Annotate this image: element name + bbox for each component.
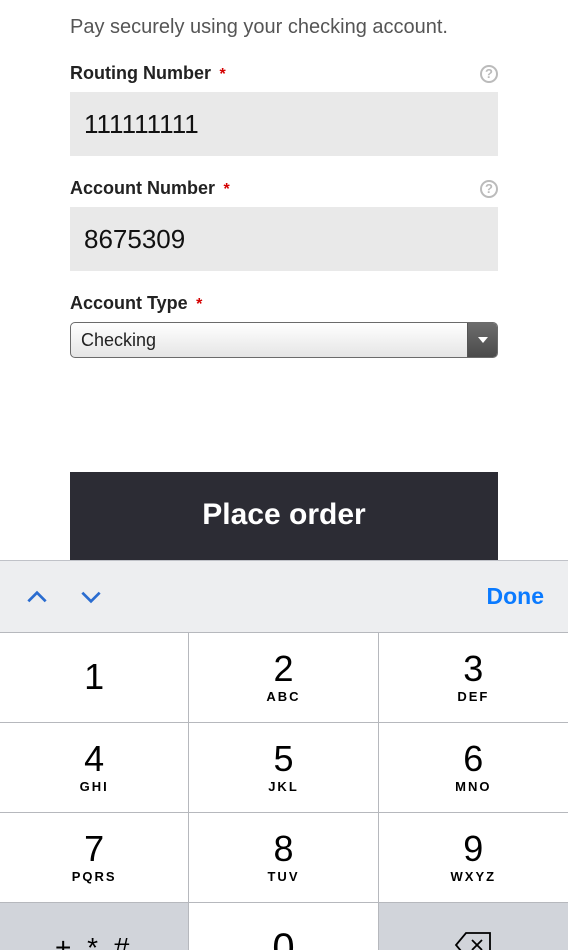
intro-text: Pay securely using your checking account…	[70, 16, 498, 39]
key-3[interactable]: 3 DEF	[379, 633, 568, 723]
key-backspace[interactable]	[379, 903, 568, 950]
key-digit: 5	[273, 741, 293, 777]
help-icon[interactable]: ?	[480, 65, 498, 83]
key-letters: MNO	[455, 779, 491, 794]
required-marker: *	[219, 66, 225, 83]
key-2[interactable]: 2 ABC	[189, 633, 378, 723]
page: Pay securely using your checking account…	[0, 0, 568, 950]
account-type-select[interactable]: Checking	[70, 322, 498, 358]
keyboard-accessory-bar: Done	[0, 560, 568, 632]
key-letters: WXYZ	[451, 869, 497, 884]
key-digit: 4	[84, 741, 104, 777]
help-icon[interactable]: ?	[480, 180, 498, 198]
account-label: Account Number	[70, 178, 215, 198]
key-digit: 0	[272, 928, 294, 950]
key-letters: ABC	[266, 689, 300, 704]
key-digit: 8	[273, 831, 293, 867]
type-label-wrap: Account Type *	[70, 293, 202, 314]
form-area: Pay securely using your checking account…	[0, 0, 568, 380]
key-digit: 3	[463, 651, 483, 687]
key-digit: 1	[84, 659, 104, 695]
keypad: 1 2 ABC 3 DEF 4 GHI 5 JKL 6 MNO	[0, 632, 568, 950]
routing-label: Routing Number	[70, 63, 211, 83]
routing-field: Routing Number * ?	[70, 63, 498, 156]
key-letters: JKL	[268, 779, 299, 794]
account-field: Account Number * ?	[70, 178, 498, 271]
label-row: Routing Number * ?	[70, 63, 498, 84]
key-letters: GHI	[80, 779, 109, 794]
routing-input[interactable]	[70, 92, 498, 156]
account-type-field: Account Type * Checking	[70, 293, 498, 358]
key-digit: 7	[84, 831, 104, 867]
keyboard-nav	[24, 584, 104, 610]
key-9[interactable]: 9 WXYZ	[379, 813, 568, 903]
required-marker: *	[223, 181, 229, 198]
backspace-icon	[454, 931, 492, 950]
keyboard-done-button[interactable]: Done	[487, 583, 545, 610]
key-8[interactable]: 8 TUV	[189, 813, 378, 903]
type-label: Account Type	[70, 293, 188, 313]
required-marker: *	[196, 296, 202, 313]
key-symbols[interactable]: + * #	[0, 903, 189, 950]
key-digit: 2	[273, 651, 293, 687]
label-row: Account Type *	[70, 293, 498, 314]
chevron-up-icon[interactable]	[24, 584, 50, 610]
key-5[interactable]: 5 JKL	[189, 723, 378, 813]
select-value: Checking	[81, 330, 156, 351]
account-label-wrap: Account Number *	[70, 178, 230, 199]
key-letters: TUV	[267, 869, 299, 884]
key-letters: DEF	[457, 689, 489, 704]
key-1[interactable]: 1	[0, 633, 189, 723]
key-symbols-label: + * #	[55, 932, 133, 950]
chevron-down-icon	[467, 323, 497, 357]
keyboard: Done 1 2 ABC 3 DEF 4 GHI 5 JKL	[0, 560, 568, 950]
key-0[interactable]: 0	[189, 903, 378, 950]
routing-label-wrap: Routing Number *	[70, 63, 226, 84]
account-input[interactable]	[70, 207, 498, 271]
label-row: Account Number * ?	[70, 178, 498, 199]
key-digit: 6	[463, 741, 483, 777]
chevron-down-icon[interactable]	[78, 584, 104, 610]
key-digit: 9	[463, 831, 483, 867]
key-6[interactable]: 6 MNO	[379, 723, 568, 813]
place-order-button[interactable]: Place order	[70, 472, 498, 560]
key-letters: PQRS	[72, 869, 117, 884]
key-4[interactable]: 4 GHI	[0, 723, 189, 813]
key-7[interactable]: 7 PQRS	[0, 813, 189, 903]
place-order-label: Place order	[202, 498, 365, 531]
